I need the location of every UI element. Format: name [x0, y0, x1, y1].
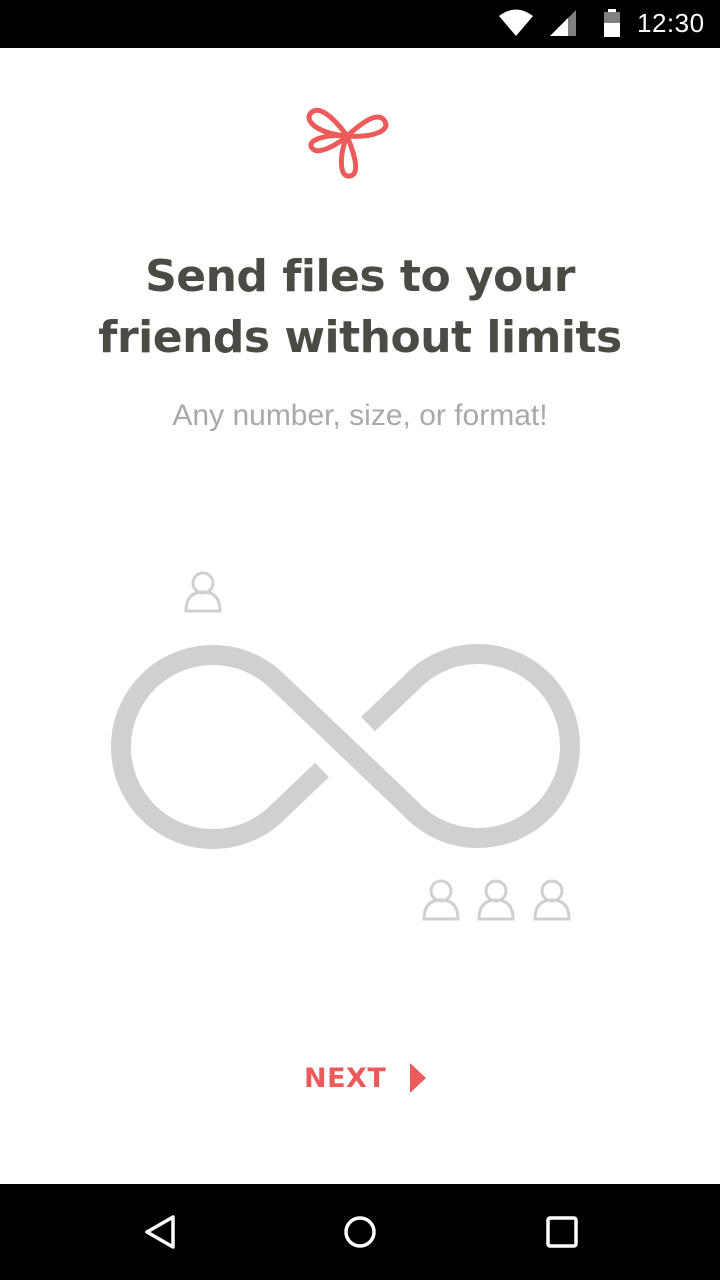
- title-line-1: Send files to your: [145, 251, 575, 302]
- back-icon: [145, 1215, 175, 1249]
- status-bar: 12:30: [0, 0, 720, 48]
- wifi-icon: [499, 9, 533, 36]
- page-title: Send files to your friends without limit…: [40, 246, 680, 368]
- nav-recents-button[interactable]: [502, 1184, 622, 1280]
- infinity-icon: [111, 644, 580, 849]
- recents-icon: [546, 1216, 578, 1248]
- knot-logo-icon: [306, 107, 389, 179]
- home-icon: [344, 1216, 376, 1248]
- person-icon: [422, 879, 460, 921]
- next-label: NEXT: [304, 1062, 387, 1094]
- person-icon: [477, 879, 515, 921]
- cell-signal-icon: [550, 10, 576, 36]
- navigation-bar: [0, 1184, 720, 1280]
- nav-home-button[interactable]: [300, 1184, 420, 1280]
- infinity-illustration: [111, 571, 580, 921]
- battery-icon: [604, 9, 620, 37]
- play-arrow-icon: [410, 1063, 427, 1093]
- person-icon: [184, 571, 222, 613]
- next-button[interactable]: NEXT: [296, 1054, 432, 1102]
- page-subtitle: Any number, size, or format!: [172, 399, 548, 432]
- status-clock: 12:30: [637, 8, 705, 38]
- person-icon: [533, 879, 571, 921]
- title-line-2: friends without limits: [98, 312, 622, 363]
- nav-back-button[interactable]: [100, 1184, 220, 1280]
